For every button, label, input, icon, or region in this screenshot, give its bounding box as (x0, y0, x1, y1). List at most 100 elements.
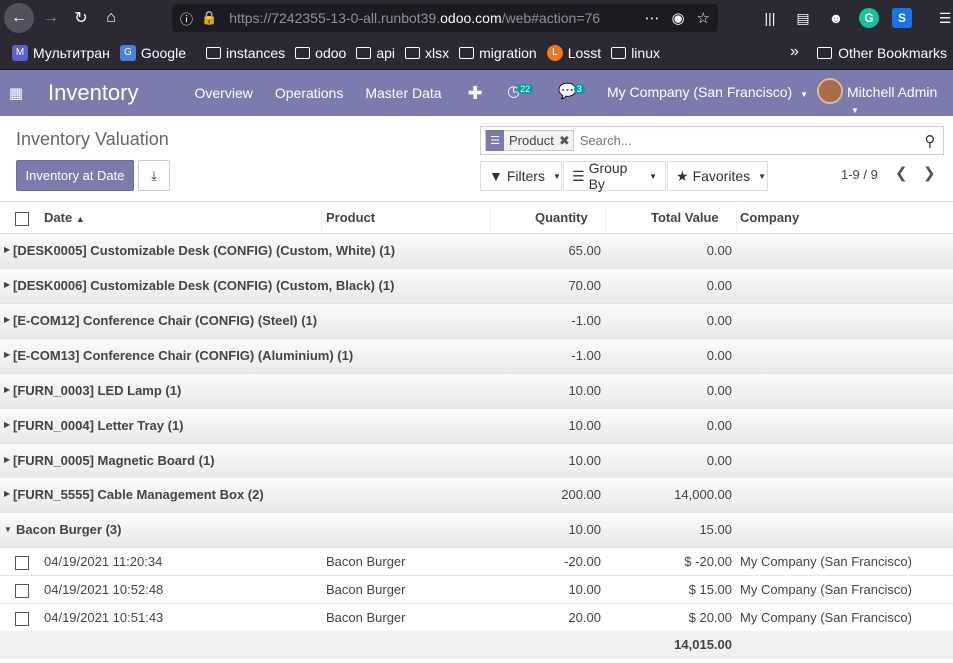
messaging-menu[interactable]: 💬 3 (558, 82, 585, 100)
app-title[interactable]: Inventory (48, 80, 139, 106)
star-icon: ★ (676, 167, 689, 184)
download-icon: ⤓ (151, 167, 157, 183)
activity-badge: 22 (517, 84, 534, 94)
table-row[interactable]: 04/19/2021 11:20:34 Bacon Burger -20.00 … (0, 548, 953, 576)
activity-menu[interactable]: ◷ 22 (507, 82, 534, 100)
forward-arrow-icon[interactable]: → (38, 5, 64, 31)
list-icon: ☰ (486, 130, 504, 151)
group-row[interactable]: ▶ [DESK0005] Customizable Desk (CONFIG) (… (0, 234, 953, 269)
pager-value[interactable]: 1-9 / 9 (841, 167, 878, 182)
menu-operations[interactable]: Operations (275, 85, 343, 101)
user-menu[interactable]: Mitchell Admin ▼ (847, 84, 953, 116)
row-checkbox[interactable] (15, 556, 29, 570)
extension-s-icon[interactable]: S (892, 8, 912, 28)
bookmark-star-icon[interactable]: ☆ (697, 9, 710, 27)
close-icon[interactable]: ✖ (559, 133, 573, 149)
column-divider[interactable] (321, 206, 322, 232)
filters-dropdown[interactable]: ▼ Filters ▼ (480, 161, 562, 191)
bookmark-linux[interactable]: linux (611, 45, 660, 61)
chevron-more-icon[interactable]: » (790, 43, 799, 61)
bookmark-multitran[interactable]: М Мультитран (12, 44, 110, 61)
favorites-dropdown[interactable]: ★ Favorites ▼ (667, 161, 768, 191)
url-text[interactable]: https://7242355-13-0-all.runbot39.odoo.c… (229, 10, 629, 26)
column-divider[interactable] (490, 206, 491, 232)
groupby-dropdown[interactable]: ☰ Group By ▼ (563, 160, 666, 192)
inventory-at-date-button[interactable]: Inventory at Date (16, 160, 134, 191)
chevron-right-icon[interactable]: ❯ (923, 164, 936, 182)
back-arrow-icon[interactable]: ← (4, 3, 34, 33)
folder-icon (405, 46, 420, 59)
multitran-icon: М (12, 44, 28, 61)
row-checkbox[interactable] (15, 584, 29, 598)
sidebar-icon[interactable]: ▤ (793, 8, 813, 28)
bookmark-xlsx[interactable]: xlsx (405, 45, 449, 61)
bookmark-odoo[interactable]: odoo (295, 45, 346, 61)
folder-icon (295, 46, 311, 59)
column-quantity[interactable]: Quantity (535, 210, 588, 225)
group-row[interactable]: ▶ [E-COM13] Conference Chair (CONFIG) (Al… (0, 339, 953, 374)
folder-icon (459, 46, 475, 59)
table-row[interactable]: 04/19/2021 10:52:48 Bacon Burger 10.00 $… (0, 576, 953, 604)
caret-down-icon: ▼ (649, 171, 657, 181)
grammarly-icon[interactable]: G (859, 8, 879, 28)
bookmark-migration[interactable]: migration (459, 45, 537, 61)
column-product[interactable]: Product (326, 210, 375, 225)
menu-master-data[interactable]: Master Data (365, 85, 441, 101)
more-icon[interactable]: ⋯ (644, 9, 659, 27)
search-box: ☰ Product ✖ ⚲ (480, 126, 944, 155)
caret-right-icon: ▶ (4, 350, 11, 359)
site-info-icon[interactable]: ⓘ (180, 9, 193, 28)
caret-right-icon: ▶ (4, 315, 11, 324)
download-button[interactable]: ⤓ (138, 160, 170, 191)
column-date[interactable]: Date ▲ (44, 210, 85, 225)
group-row[interactable]: ▶ [FURN_0005] Magnetic Board (1) 10.00 0.00 (0, 444, 953, 479)
menu-overview[interactable]: Overview (195, 85, 253, 101)
bookmark-instances[interactable]: instances (206, 45, 285, 61)
column-total-value[interactable]: Total Value (651, 210, 719, 225)
caret-down-icon: ▼ (851, 106, 859, 115)
group-row[interactable]: ▶ [FURN_0003] LED Lamp (1) 10.00 0.00 (0, 374, 953, 409)
group-row[interactable]: ▶ [FURN_0004] Letter Tray (1) 10.00 0.00 (0, 409, 953, 444)
google-icon: G (119, 44, 136, 61)
table-row[interactable]: 04/19/2021 10:51:43 Bacon Burger 20.00 $… (0, 604, 953, 632)
folder-icon (817, 47, 833, 59)
group-row[interactable]: ▶ [DESK0006] Customizable Desk (CONFIG) (… (0, 269, 953, 304)
other-bookmarks[interactable]: Other Bookmarks (817, 45, 947, 61)
avatar[interactable] (817, 78, 843, 104)
search-icon[interactable]: ⚲ (917, 132, 943, 150)
select-all-checkbox[interactable] (15, 212, 29, 226)
caret-right-icon: ▶ (4, 245, 11, 254)
folder-icon (206, 46, 221, 59)
group-row-expanded[interactable]: ▼ Bacon Burger (3) 10.00 15.00 (0, 513, 953, 548)
pocket-icon[interactable]: ◉ (671, 9, 684, 27)
account-icon[interactable]: ☻ (826, 8, 846, 28)
bookmark-losst[interactable]: L Losst (546, 44, 601, 61)
plus-icon[interactable]: ✚ (468, 83, 483, 104)
caret-right-icon: ▶ (4, 385, 11, 394)
folder-icon (356, 46, 372, 59)
company-switcher[interactable]: My Company (San Francisco) ▼ (607, 84, 808, 100)
column-company[interactable]: Company (740, 210, 799, 225)
facet-value: Product (509, 133, 554, 148)
column-divider[interactable] (605, 206, 606, 232)
caret-right-icon: ▶ (4, 280, 11, 289)
caret-right-icon: ▶ (4, 489, 11, 498)
group-row[interactable]: ▶ [E-COM12] Conference Chair (CONFIG) (St… (0, 304, 953, 339)
losst-icon: L (546, 44, 563, 61)
search-input[interactable] (579, 133, 917, 148)
reload-icon[interactable]: ↻ (68, 5, 94, 31)
bookmark-google[interactable]: G Google (119, 44, 186, 61)
filter-icon: ▼ (489, 168, 503, 184)
home-icon[interactable]: ⌂ (98, 5, 124, 31)
apps-grid-icon[interactable]: ▦ (0, 70, 32, 116)
column-divider[interactable] (736, 206, 737, 232)
caret-right-icon: ▶ (4, 420, 11, 429)
row-checkbox[interactable] (15, 612, 29, 626)
bookmark-api[interactable]: api (356, 45, 395, 61)
url-bar[interactable]: ⓘ 🔒 https://7242355-13-0-all.runbot39.od… (172, 4, 718, 32)
hamburger-menu-icon[interactable]: ☰ (935, 8, 953, 28)
library-icon[interactable]: ||| (760, 8, 780, 28)
chevron-left-icon[interactable]: ❮ (895, 164, 908, 182)
browser-toolbar: ← → ↻ ⌂ ⓘ 🔒 https://7242355-13-0-all.run… (0, 0, 953, 36)
group-row[interactable]: ▶ [FURN_5555] Cable Management Box (2) 200… (0, 478, 953, 513)
